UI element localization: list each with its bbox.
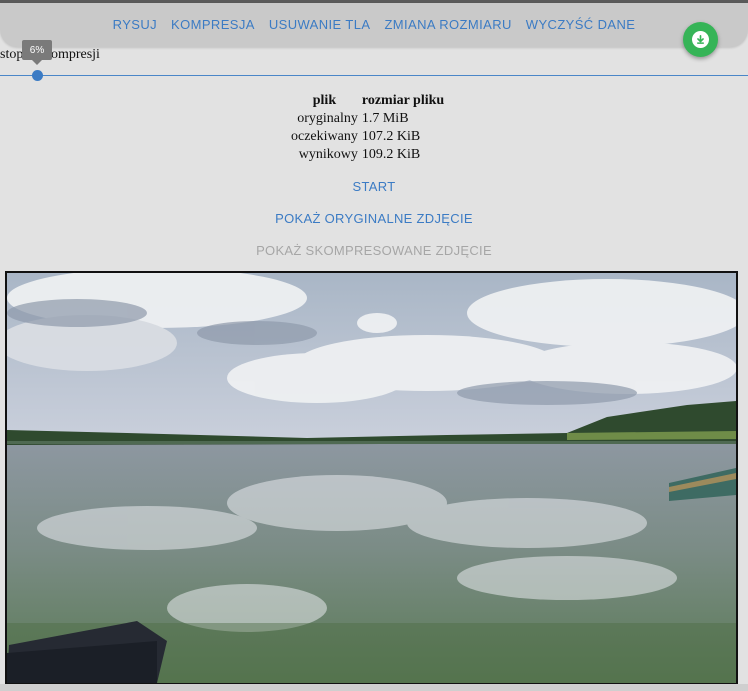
row-name: oczekiwany bbox=[291, 129, 358, 144]
nav-wyczysc-dane[interactable]: WYCZYŚĆ DANE bbox=[519, 17, 643, 32]
nav-usuwanie-tla[interactable]: USUWANIE TLA bbox=[262, 17, 378, 32]
show-original-button[interactable]: POKAŻ ORYGINALNE ZDJĘCIE bbox=[0, 211, 748, 226]
row-size: 107.2 KiB bbox=[361, 129, 421, 144]
tooltip-arrow bbox=[32, 60, 42, 65]
start-button[interactable]: START bbox=[0, 179, 748, 194]
download-button[interactable] bbox=[683, 22, 718, 57]
column-header-file: plik bbox=[312, 93, 337, 108]
file-size-table: plik rozmiar pliku oryginalny 1.7 MiB oc… bbox=[289, 92, 446, 164]
row-name: wynikowy bbox=[298, 147, 358, 162]
nav-rysuj[interactable]: RYSUJ bbox=[106, 17, 164, 32]
table-row: wynikowy 109.2 KiB bbox=[289, 146, 446, 164]
table-row: oryginalny 1.7 MiB bbox=[289, 110, 446, 128]
table-row: oczekiwany 107.2 KiB bbox=[289, 128, 446, 146]
bottom-scrollbar[interactable] bbox=[0, 684, 748, 691]
column-header-size: rozmiar pliku bbox=[361, 93, 445, 108]
row-size: 1.7 MiB bbox=[361, 111, 409, 126]
top-navigation: RYSUJ KOMPRESJA USUWANIE TLA ZMIANA ROZM… bbox=[0, 3, 748, 47]
row-size: 109.2 KiB bbox=[361, 147, 421, 162]
nav-kompresja[interactable]: KOMPRESJA bbox=[164, 17, 262, 32]
lake-landscape-image bbox=[7, 273, 736, 683]
slider-value-tooltip: 6% bbox=[22, 40, 52, 60]
preview-image bbox=[5, 271, 738, 685]
show-compressed-button[interactable]: POKAŻ SKOMPRESOWANE ZDJĘCIE bbox=[0, 243, 748, 258]
nav-zmiana-rozmiaru[interactable]: ZMIANA ROZMIARU bbox=[377, 17, 518, 32]
row-name: oryginalny bbox=[297, 111, 358, 126]
compression-slider-thumb[interactable] bbox=[32, 70, 43, 81]
download-icon bbox=[692, 31, 709, 48]
compression-slider-track[interactable] bbox=[0, 75, 748, 76]
